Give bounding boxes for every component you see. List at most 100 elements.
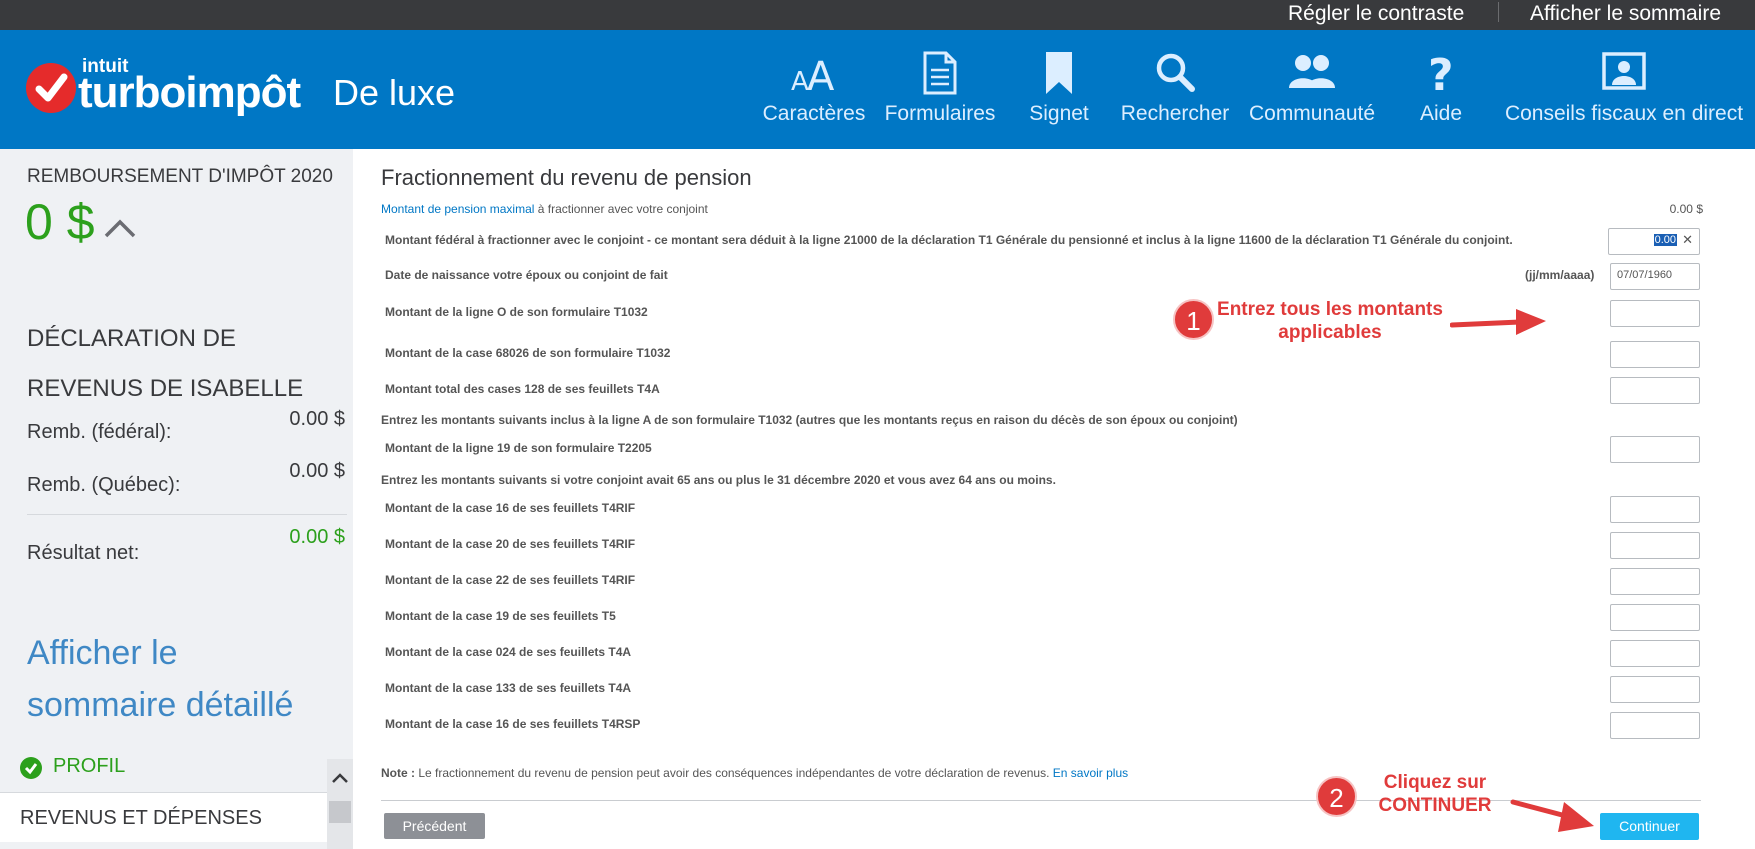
nav-label: Conseils fiscaux en direct [1504,102,1744,125]
bookmark-icon [1046,52,1072,94]
refund-sidebar: REMBOURSEMENT D'IMPÔT 2020 0 $ DÉCLARATI… [0,149,353,849]
note-prefix: Note : [381,766,415,780]
search-icon [1156,53,1195,92]
case-68026-input[interactable] [1610,341,1700,368]
page-title: Fractionnement du revenu de pension [381,165,752,190]
t4rif-16-label: Montant de la case 16 de ses feuillets T… [385,501,636,515]
previous-button[interactable]: Précédent [384,813,485,839]
scroll-thumb[interactable] [329,801,351,823]
learn-more-link[interactable]: En savoir plus [1053,766,1128,780]
federal-split-value: 0.00 [1653,234,1677,246]
detailed-summary-link[interactable]: Afficher le sommaire détaillé [27,627,327,731]
svg-text:A: A [807,54,835,98]
cases-128-input[interactable] [1610,377,1700,404]
step-2-instruction: Cliquez sur CONTINUER [1378,772,1492,816]
help-icon: ? [1428,50,1454,98]
age-65-instructions: Entrez les montants suivants si votre co… [381,473,1056,487]
nav-search[interactable]: Rechercher [1120,48,1230,138]
t4rsp-16-input[interactable] [1610,712,1700,739]
step-2-arrow-icon [1510,799,1594,832]
federal-refund-label: Remb. (fédéral): [27,421,172,443]
t4rif-16-input[interactable] [1610,496,1700,523]
nav-label: Formulaires [884,102,996,125]
chevron-up-icon[interactable] [103,217,137,239]
spouse-birthdate-input[interactable]: 07/07/1960 [1610,263,1700,290]
scroll-up-icon[interactable] [327,767,353,791]
edition-label: De luxe [333,72,456,113]
net-result-label: Résultat net: [27,542,140,564]
sidebar-scrollbar[interactable] [327,759,353,849]
t4a-024-label: Montant de la case 024 de ses feuillets … [385,645,632,659]
line-a-instructions: Entrez les montants suivants inclus à la… [381,413,1238,427]
app-header: intuit turboimpôt De luxe A A Caractères… [0,30,1755,149]
show-summary-link[interactable]: Afficher le sommaire [1530,2,1721,26]
svg-text:?: ? [1428,50,1454,98]
live-advice-icon [1602,52,1646,90]
main-content: Fractionnement du revenu de pension Mont… [353,149,1755,849]
nav-live-advice[interactable]: Conseils fiscaux en direct [1502,48,1746,138]
step-1-instruction: Entrez tous les montants applicables [1217,299,1443,343]
nav-label: Aide [1419,102,1463,125]
net-result-value: 0.00 $ [289,526,345,548]
nav-bookmark[interactable]: Signet [1024,48,1094,138]
nav-label: Signet [1029,102,1089,125]
t4a-024-input[interactable] [1610,640,1700,667]
refund-amount: 0 $ [25,194,95,250]
t5-19-label: Montant de la case 19 de ses feuillets T… [385,609,616,623]
step-1-marker: 1 [1173,299,1214,340]
step-2-marker: 2 [1316,776,1357,817]
t4rif-20-label: Montant de la case 20 de ses feuillets T… [385,537,636,551]
t4a-133-input[interactable] [1610,676,1700,703]
federal-split-label: Montant fédéral à fractionner avec le co… [385,233,1513,247]
nav-forms[interactable]: Formulaires [884,48,996,138]
nav-help[interactable]: ? Aide [1414,48,1468,138]
turbotax-check-logo [26,63,76,113]
refund-title: REMBOURSEMENT D'IMPÔT 2020 [27,166,333,187]
nav-community[interactable]: Communauté [1246,48,1378,138]
line-19-input[interactable] [1610,436,1700,463]
quebec-refund-label: Remb. (Québec): [27,474,181,496]
t4rif-20-input[interactable] [1610,532,1700,559]
nav-characters[interactable]: A A Caractères [762,48,866,138]
utility-bar: Régler le contraste Afficher le sommaire [0,0,1755,30]
intro-text: Montant de pension maximal à fractionner… [381,202,708,216]
continue-button[interactable]: Continuer [1600,813,1699,840]
spouse-birthdate-label: Date de naissance votre époux ou conjoin… [385,268,668,282]
declaration-title: DÉCLARATION DE REVENUS DE ISABELLE [27,325,304,402]
intro-rest: à fractionner avec votre conjoint [534,202,708,216]
sidebar-divider [27,514,347,515]
line-o-label: Montant de la ligne O de son formulaire … [385,305,648,319]
date-format-hint: (jj/mm/aaaa) [1525,268,1595,282]
income-expenses-label: REVENUS ET DÉPENSES [20,807,262,829]
t4rif-22-input[interactable] [1610,568,1700,595]
line-o-input[interactable] [1610,300,1700,327]
t4rsp-16-label: Montant de la case 16 de ses feuillets T… [385,717,641,731]
t4a-133-label: Montant de la case 133 de ses feuillets … [385,681,632,695]
nav-label: Communauté [1248,102,1376,125]
federal-refund-value: 0.00 $ [289,408,345,430]
federal-split-input[interactable]: 0.00 ✕ [1608,228,1700,255]
cases-128-label: Montant total des cases 128 de ses feuil… [385,382,660,396]
nav-label: Rechercher [1120,102,1230,125]
step-1-arrow-icon [1450,309,1546,335]
case-68026-label: Montant de la case 68026 de son formulai… [385,346,671,360]
pension-split-note: Note : Le fractionnement du revenu de pe… [381,766,1128,780]
contrast-link[interactable]: Régler le contraste [1288,2,1464,26]
topbar-divider [1498,2,1499,22]
document-icon [923,51,957,95]
t4rif-22-label: Montant de la case 22 de ses feuillets T… [385,573,636,587]
max-pension-amount: 0.00 $ [1669,202,1703,216]
t5-19-input[interactable] [1610,604,1700,631]
community-icon [1289,55,1335,88]
income-expenses-section[interactable]: REVENUS ET DÉPENSES [0,792,327,842]
nav-label: Caractères [762,102,866,125]
profile-label: PROFIL [53,755,126,777]
font-size-icon: A A [791,54,835,98]
note-text: Le fractionnement du revenu de pension p… [415,766,1053,780]
max-pension-link[interactable]: Montant de pension maximal [381,202,534,216]
turboimpot-wordmark: turboimpôt [78,68,301,117]
line-19-label: Montant de la ligne 19 de son formulaire… [385,441,652,455]
quebec-refund-value: 0.00 $ [289,460,345,482]
clear-icon[interactable]: ✕ [1682,232,1693,248]
completed-check-icon [20,757,42,779]
